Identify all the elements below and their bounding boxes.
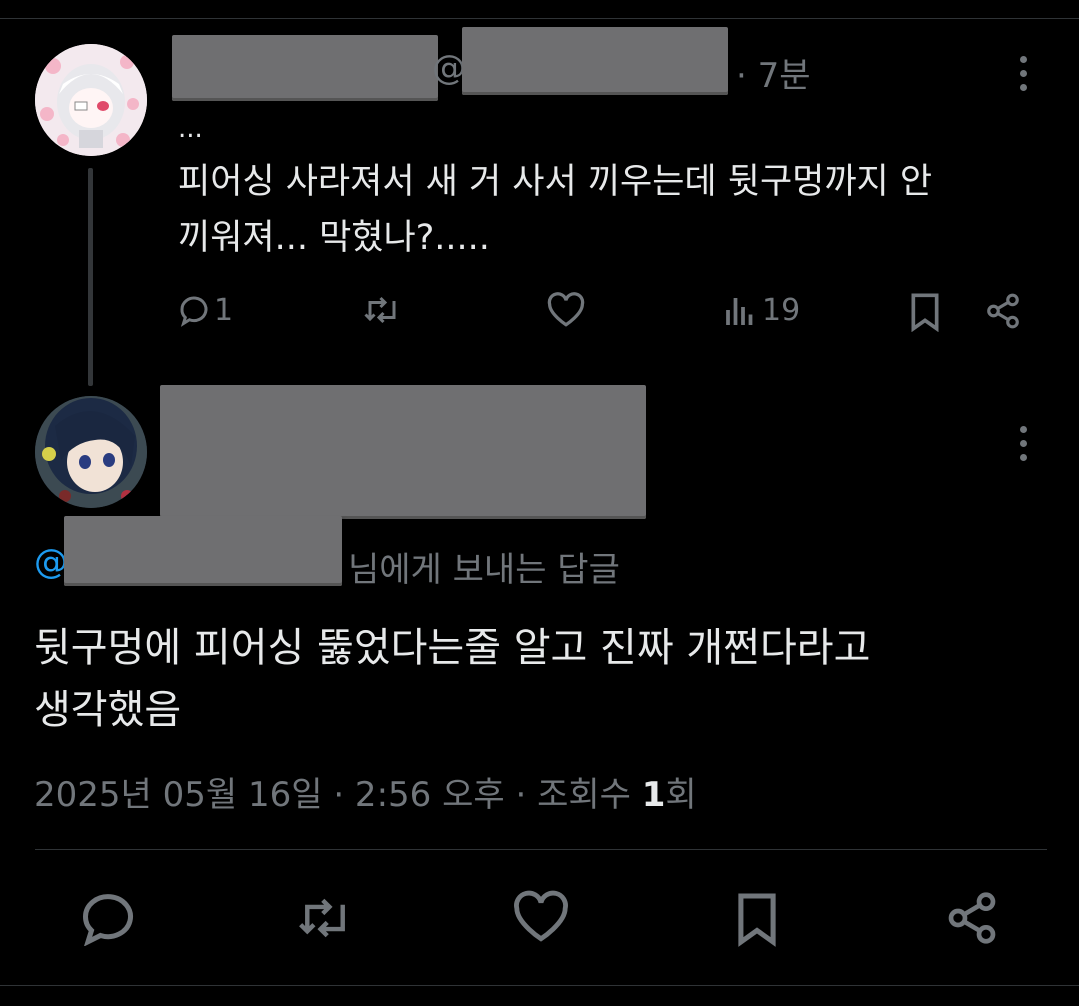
tweet-timestamp-row: 2025년 05월 16일 · 2:56 오후 · 조회수 1회 — [34, 767, 697, 816]
more-icon[interactable] — [1020, 426, 1028, 468]
avatar-image — [35, 44, 147, 156]
tweet-timestamp[interactable]: 2025년 05월 16일 · 2:56 오후 · 조회수 — [34, 775, 631, 815]
reply-button[interactable]: 1 — [176, 292, 233, 328]
ellipsis-text: ... — [178, 114, 203, 144]
tweet-text-line2: 끼워져... 막혔나?..... — [178, 218, 490, 258]
retweet-button[interactable] — [294, 890, 356, 946]
reply-icon — [180, 296, 208, 327]
reply-count: 1 — [214, 292, 234, 328]
share-icon — [948, 892, 996, 944]
redacted-handle — [462, 27, 728, 95]
redacted-reply-handle — [64, 516, 342, 586]
views-count: 19 — [762, 292, 801, 328]
share-button[interactable] — [984, 292, 1022, 330]
reply-icon — [82, 894, 133, 946]
like-button[interactable] — [546, 292, 586, 328]
view-count: 1 — [641, 775, 666, 815]
heart-icon — [514, 890, 568, 942]
tweet-time[interactable]: · 7분 — [736, 48, 811, 97]
view-unit: 회 — [665, 775, 697, 815]
thread-connector — [88, 168, 93, 386]
reply-to-suffix: 님에게 보내는 답글 — [348, 550, 620, 590]
retweet-icon — [299, 898, 345, 938]
views-icon — [726, 298, 753, 325]
like-button[interactable] — [512, 890, 570, 944]
bookmark-button[interactable] — [908, 292, 942, 332]
retweet-button[interactable] — [360, 292, 404, 328]
share-button[interactable] — [944, 890, 1000, 946]
tweet-text-line1: 피어싱 사라져서 새 거 사서 끼우는데 뒷구멍까지 안 — [178, 162, 933, 202]
avatar[interactable] — [35, 44, 147, 156]
bookmark-icon — [911, 293, 939, 332]
views-button[interactable]: 19 — [722, 292, 800, 328]
top-divider — [0, 18, 1079, 19]
bottom-divider — [0, 985, 1079, 986]
main-tweet-line1: 뒷구멍에 피어싱 뚫었다는줄 알고 진짜 개쩐다라고 — [34, 625, 871, 671]
avatar-image — [35, 396, 147, 508]
bookmark-button[interactable] — [734, 890, 780, 948]
more-icon[interactable] — [1020, 56, 1028, 98]
handle-at-sign: @ — [432, 48, 466, 88]
share-icon — [987, 293, 1019, 329]
redacted-display-name — [172, 35, 438, 101]
redacted-display-name — [160, 385, 646, 519]
actions-divider — [35, 849, 1047, 850]
reply-button[interactable] — [78, 890, 138, 946]
avatar[interactable] — [35, 396, 147, 508]
reply-to-at-sign[interactable]: @ — [34, 542, 68, 582]
bookmark-icon — [738, 893, 776, 947]
retweet-icon — [364, 296, 396, 324]
heart-icon — [547, 292, 585, 327]
main-tweet-line2: 생각했음 — [34, 687, 182, 733]
